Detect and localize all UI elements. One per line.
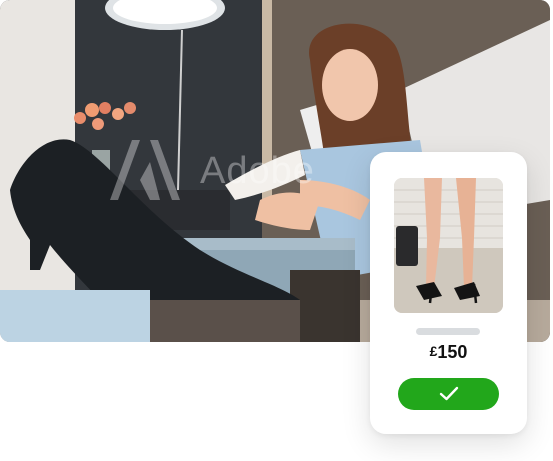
watermark-text: Adobe xyxy=(200,150,315,192)
checkmark-icon xyxy=(439,386,458,401)
adobe-logo-icon xyxy=(110,140,180,200)
product-card[interactable]: £150 xyxy=(370,152,527,434)
product-image xyxy=(394,178,503,313)
title-placeholder-bar xyxy=(416,328,480,335)
price-amount: 150 xyxy=(437,342,468,362)
product-photo-illustration xyxy=(394,178,503,313)
confirm-button[interactable] xyxy=(398,378,499,410)
price: £150 xyxy=(370,342,527,363)
